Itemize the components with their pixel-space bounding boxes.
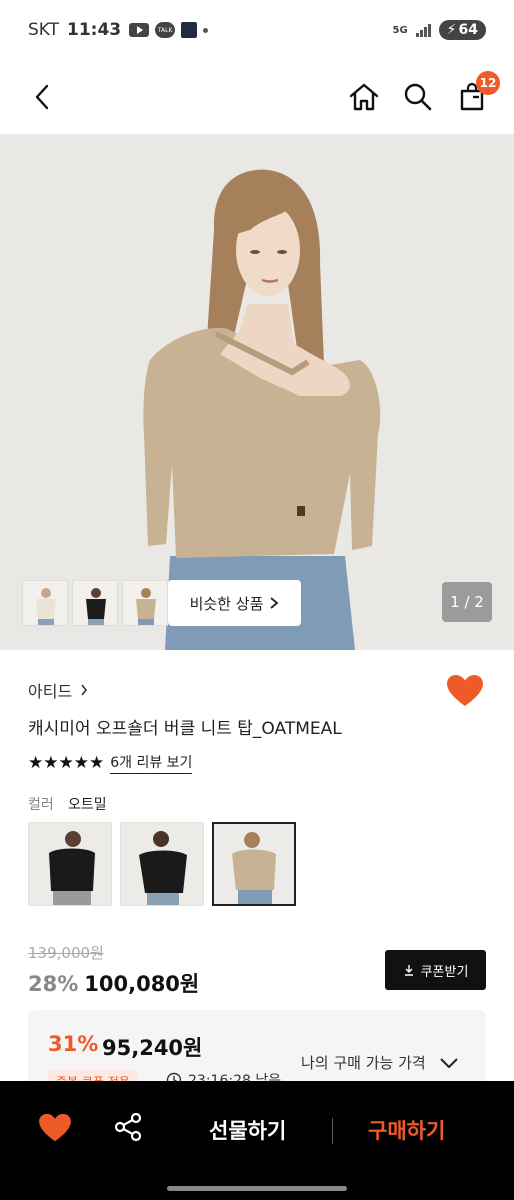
color-option-oatmeal[interactable] — [212, 822, 296, 906]
best-discount-percent: 31% — [48, 1032, 99, 1056]
rating-row: ★★★★★ 6개 리뷰 보기 — [28, 752, 193, 774]
review-link[interactable]: 6개 리뷰 보기 — [110, 752, 193, 774]
back-button[interactable] — [24, 79, 60, 115]
app-header: 12 — [0, 60, 514, 134]
battery-level: 64 — [458, 22, 478, 38]
discount-percent: 28% — [28, 972, 79, 996]
bottom-action-bar: 선물하기 구매하기 — [0, 1081, 514, 1200]
star-rating: ★★★★★ — [28, 753, 105, 773]
clock: 11:43 — [67, 20, 122, 40]
home-button[interactable] — [346, 79, 382, 115]
brand-link[interactable]: 아티드 — [28, 678, 88, 702]
charging-icon: ⚡ — [446, 22, 457, 38]
signal-icon — [415, 23, 431, 37]
coupon-download-button[interactable]: 쿠폰받기 — [385, 950, 486, 990]
thumbnail-3[interactable] — [122, 580, 168, 626]
similar-products-button[interactable]: 비슷한 상품 — [168, 580, 301, 626]
wishlist-button[interactable] — [446, 674, 484, 708]
heart-icon — [39, 1113, 71, 1142]
chevron-right-icon — [81, 684, 88, 696]
notification-icons: TALK — [129, 22, 209, 38]
color-value: 오트밀 — [68, 797, 107, 813]
search-button[interactable] — [400, 79, 436, 115]
cart-count-badge: 12 — [476, 71, 500, 95]
thumbnail-2[interactable] — [72, 580, 118, 626]
search-icon — [404, 83, 432, 111]
product-image-carousel[interactable]: 비슷한 상품 1 / 2 — [0, 134, 514, 650]
battery-indicator: ⚡ 64 — [438, 20, 486, 40]
best-price: 95,240원 — [102, 1036, 203, 1060]
app-notification-icon — [181, 22, 198, 38]
download-icon — [404, 965, 413, 976]
chevron-down-icon — [440, 1057, 458, 1068]
share-icon — [114, 1112, 142, 1142]
color-label: 컬러 — [28, 797, 54, 813]
coupon-button-label: 쿠폰받기 — [420, 964, 469, 980]
system-icons: 5G ⚡ 64 — [392, 20, 486, 40]
cart-button[interactable]: 12 — [454, 71, 500, 115]
similar-products-label: 비슷한 상품 — [189, 594, 264, 613]
my-price-toggle[interactable]: 나의 구매 가능 가격 — [301, 1052, 458, 1073]
color-option-black[interactable] — [120, 822, 204, 906]
discount-price-row: 28% 100,080원 — [28, 968, 199, 998]
wishlist-bottom-button[interactable] — [38, 1113, 72, 1143]
status-bar: SKT 11:43 TALK 5G ⚡ 64 — [0, 0, 514, 60]
home-icon — [349, 83, 379, 111]
more-notifications-icon — [203, 27, 209, 33]
product-photo — [0, 134, 514, 650]
discount-price: 100,080원 — [84, 972, 200, 996]
youtube-icon — [129, 23, 150, 37]
gift-button[interactable]: 선물하기 — [209, 1115, 286, 1145]
brand-name: 아티드 — [28, 682, 73, 701]
divider — [332, 1118, 333, 1144]
my-price-label: 나의 구매 가능 가격 — [301, 1054, 426, 1072]
talk-icon: TALK — [155, 22, 176, 38]
buy-button[interactable]: 구매하기 — [368, 1115, 445, 1145]
image-pager: 1 / 2 — [442, 582, 492, 622]
thumbnail-1[interactable] — [22, 580, 68, 626]
chevron-right-icon — [270, 597, 279, 609]
color-option-black-offshoulder[interactable] — [28, 822, 112, 906]
product-name: 캐시미어 오프숄더 버클 니트 탑_OATMEAL — [28, 719, 342, 739]
network-label: 5G — [392, 24, 408, 36]
heart-icon — [447, 675, 483, 706]
color-options — [28, 822, 296, 906]
chevron-left-icon — [35, 84, 49, 110]
share-button[interactable] — [112, 1111, 144, 1143]
carrier-label: SKT — [28, 20, 60, 40]
image-thumbnails — [22, 580, 168, 626]
home-indicator[interactable] — [167, 1186, 347, 1191]
original-price: 139,000원 — [28, 944, 104, 962]
